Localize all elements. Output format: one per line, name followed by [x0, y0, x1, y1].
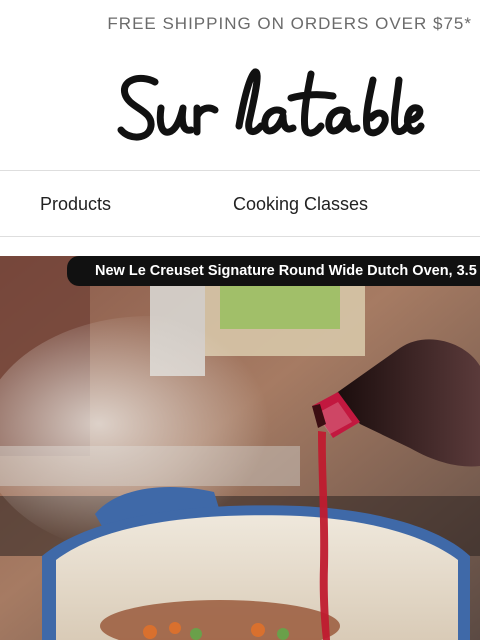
nav-item-cooking-classes[interactable]: Cooking Classes [233, 171, 368, 237]
nav-item-products[interactable]: Products [40, 171, 111, 237]
header-logo-area [0, 48, 480, 171]
hero-caption-link[interactable]: New Le Creuset Signature Round Wide Dutc… [67, 256, 480, 286]
hero-photo [0, 256, 480, 640]
main-nav: Products Cooking Classes [0, 171, 480, 237]
hero-image[interactable] [0, 256, 480, 640]
brand-logo[interactable] [115, 64, 425, 154]
promo-banner: FREE SHIPPING ON ORDERS OVER $75* [0, 0, 480, 48]
promo-text: FREE SHIPPING ON ORDERS OVER $75* [107, 14, 472, 33]
hero-caption-text[interactable]: New Le Creuset Signature Round Wide Dutc… [95, 263, 477, 279]
